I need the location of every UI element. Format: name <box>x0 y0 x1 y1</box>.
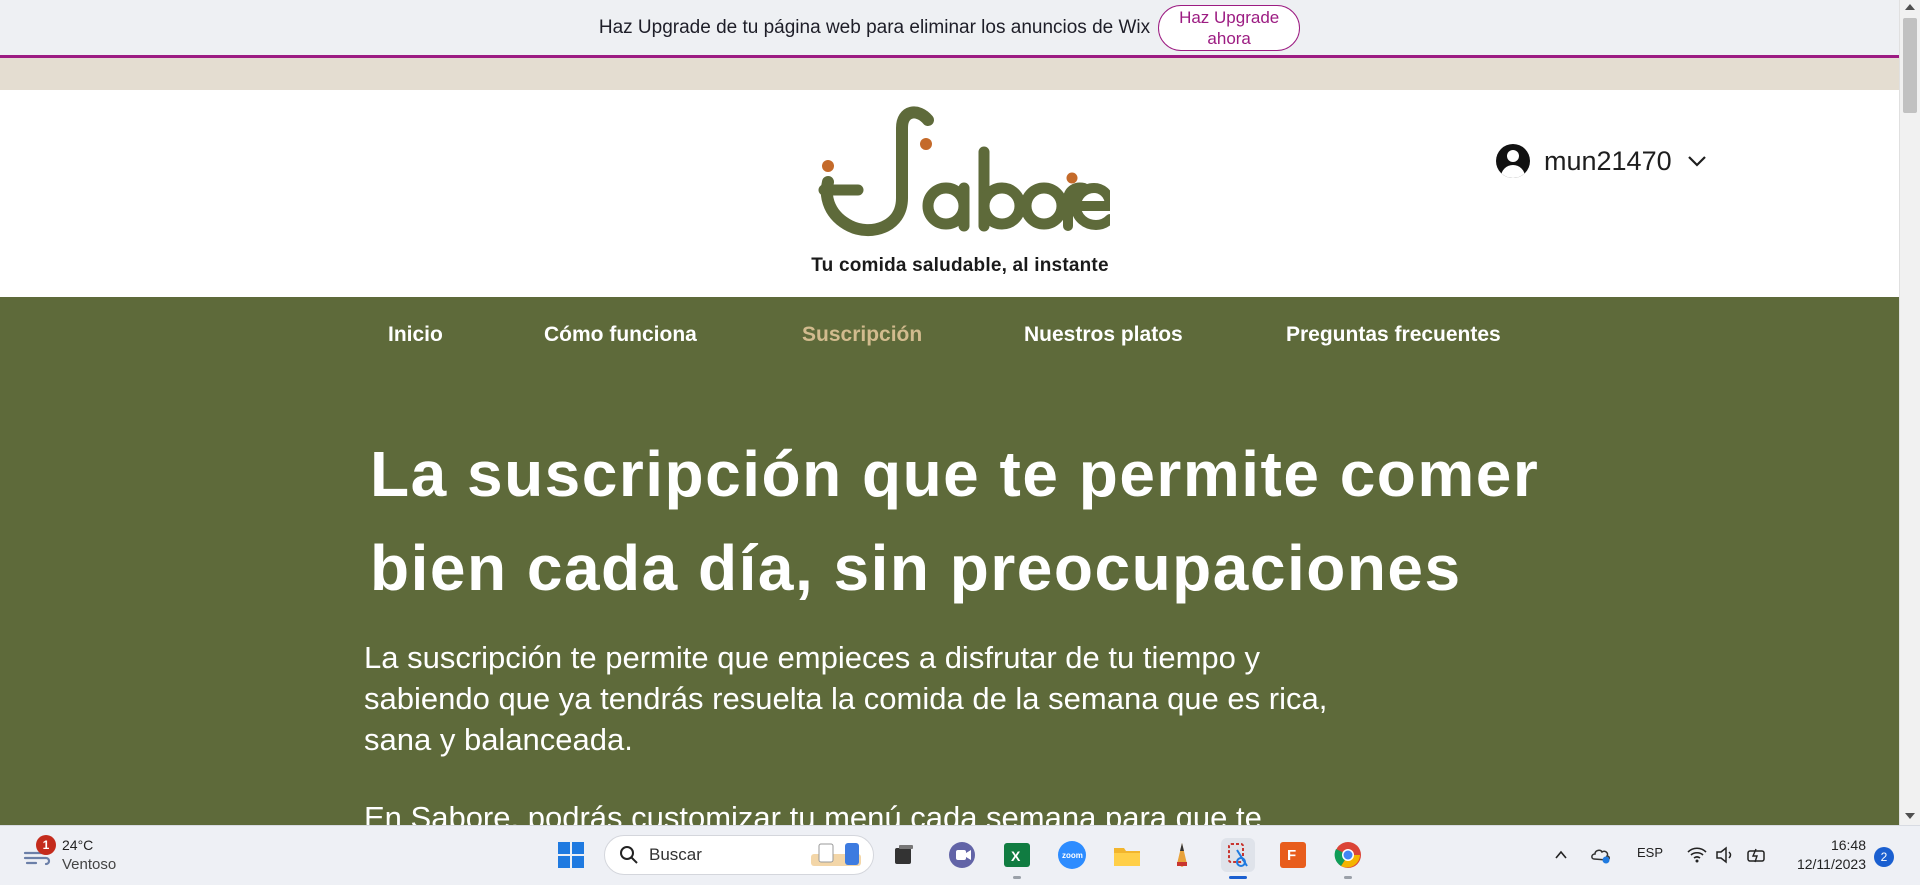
weather-text: 24°C Ventoso <box>62 836 116 874</box>
subscription-section: Inicio Cómo funciona Suscripción Nuestro… <box>0 297 1899 825</box>
nav-item-suscripcion[interactable]: Suscripción <box>802 323 922 347</box>
wix-upgrade-button-line1: Haz Upgrade <box>1179 7 1280 27</box>
taskbar-search[interactable]: Buscar <box>604 835 874 875</box>
volume-icon[interactable] <box>1714 845 1734 865</box>
weather-alert-badge: 1 <box>36 835 56 855</box>
wix-upgrade-button[interactable]: Haz Upgrade ahora <box>1158 4 1301 51</box>
site-tagline: Tu comida saludable, al instante <box>811 255 1109 276</box>
pencil-app-icon[interactable] <box>1165 838 1199 872</box>
svg-text:X: X <box>1011 848 1021 864</box>
svg-text:zoom: zoom <box>1062 851 1083 860</box>
nav-item-como-funciona[interactable]: Cómo funciona <box>544 323 697 347</box>
snipping-tool-active-indicator <box>1229 876 1247 879</box>
wifi-icon[interactable] <box>1686 845 1708 865</box>
chevron-down-icon <box>1687 156 1706 167</box>
excel-open-indicator <box>1013 876 1021 879</box>
hero-paragraph: La suscripción te permite que empieces a… <box>364 637 1484 760</box>
file-explorer-icon[interactable] <box>1110 838 1144 872</box>
hero-title-line2: bien cada día, sin preocupaciones <box>370 532 1462 604</box>
wix-upgrade-banner: Haz Upgrade de tu página web para elimin… <box>0 0 1899 58</box>
search-highlight-icon <box>811 843 861 866</box>
teams-icon[interactable] <box>945 838 979 872</box>
notification-badge[interactable]: 2 <box>1874 847 1894 867</box>
hero-paragraph-2: En Sabore, podrás customizar tu menú cad… <box>364 800 1262 825</box>
excel-icon[interactable]: X <box>1000 838 1034 872</box>
weather-temperature: 24°C <box>62 837 94 853</box>
nav-item-inicio[interactable]: Inicio <box>388 323 443 347</box>
hero-paragraph-line2: sabiendo que ya tendrás resuelta la comi… <box>364 681 1328 716</box>
weather-widget[interactable]: 1 24°C Ventoso <box>22 835 116 874</box>
task-view-icon[interactable] <box>887 838 921 872</box>
hero-title: La suscripción que te permite comer bien… <box>370 427 1570 615</box>
system-clock[interactable]: 16:48 12/11/2023 <box>1782 836 1866 874</box>
scroll-down-arrow-icon[interactable] <box>1905 813 1915 819</box>
wix-upgrade-button-line2: ahora <box>1207 28 1251 48</box>
nav-item-nuestros-platos[interactable]: Nuestros platos <box>1024 323 1183 347</box>
hero-paragraph-line1: La suscripción te permite que empieces a… <box>364 640 1261 675</box>
header-strip <box>0 58 1899 90</box>
input-language-indicator[interactable]: ESP <box>1637 845 1663 860</box>
search-placeholder: Buscar <box>649 845 702 864</box>
scroll-up-arrow-icon[interactable] <box>1905 4 1915 10</box>
hero-title-line1: La suscripción que te permite comer <box>370 438 1540 510</box>
zoom-icon[interactable]: zoom <box>1055 838 1089 872</box>
page-scrollbar[interactable] <box>1899 0 1920 825</box>
username: mun21470 <box>1544 145 1672 176</box>
wix-banner-text: Haz Upgrade de tu página web para elimin… <box>598 16 1151 38</box>
clock-date: 12/11/2023 <box>1796 856 1866 872</box>
user-menu[interactable]: mun21470 <box>1496 144 1708 178</box>
windows-start-icon[interactable] <box>554 838 588 872</box>
weather-condition: Ventoso <box>62 856 117 873</box>
windows-taskbar: 1 24°C Ventoso Buscar X zoom F ESP 16:48… <box>0 825 1920 885</box>
show-hidden-icons-chevron-icon[interactable] <box>1554 848 1568 862</box>
clock-time: 16:48 <box>1830 837 1866 853</box>
user-avatar-icon <box>1496 144 1530 178</box>
scroll-thumb[interactable] <box>1903 18 1917 113</box>
sabore-logo[interactable] <box>810 106 1110 238</box>
main-nav: Inicio Cómo funciona Suscripción Nuestro… <box>0 297 1899 373</box>
battery-charging-icon[interactable] <box>1746 845 1768 865</box>
snipping-tool-icon[interactable] <box>1221 838 1255 872</box>
wind-icon: 1 <box>22 835 56 871</box>
chrome-icon[interactable] <box>1331 838 1365 872</box>
svg-text:F: F <box>1287 847 1296 864</box>
search-icon <box>620 846 638 864</box>
onedrive-sync-icon[interactable] <box>1590 845 1612 865</box>
hero-paragraph-line3: sana y balanceada. <box>364 722 633 757</box>
chrome-open-indicator <box>1344 876 1352 879</box>
fusion-360-icon[interactable]: F <box>1276 838 1310 872</box>
nav-item-preguntas-frecuentes[interactable]: Preguntas frecuentes <box>1286 323 1501 347</box>
site-header: Tu comida saludable, al instante mun2147… <box>0 90 1899 297</box>
